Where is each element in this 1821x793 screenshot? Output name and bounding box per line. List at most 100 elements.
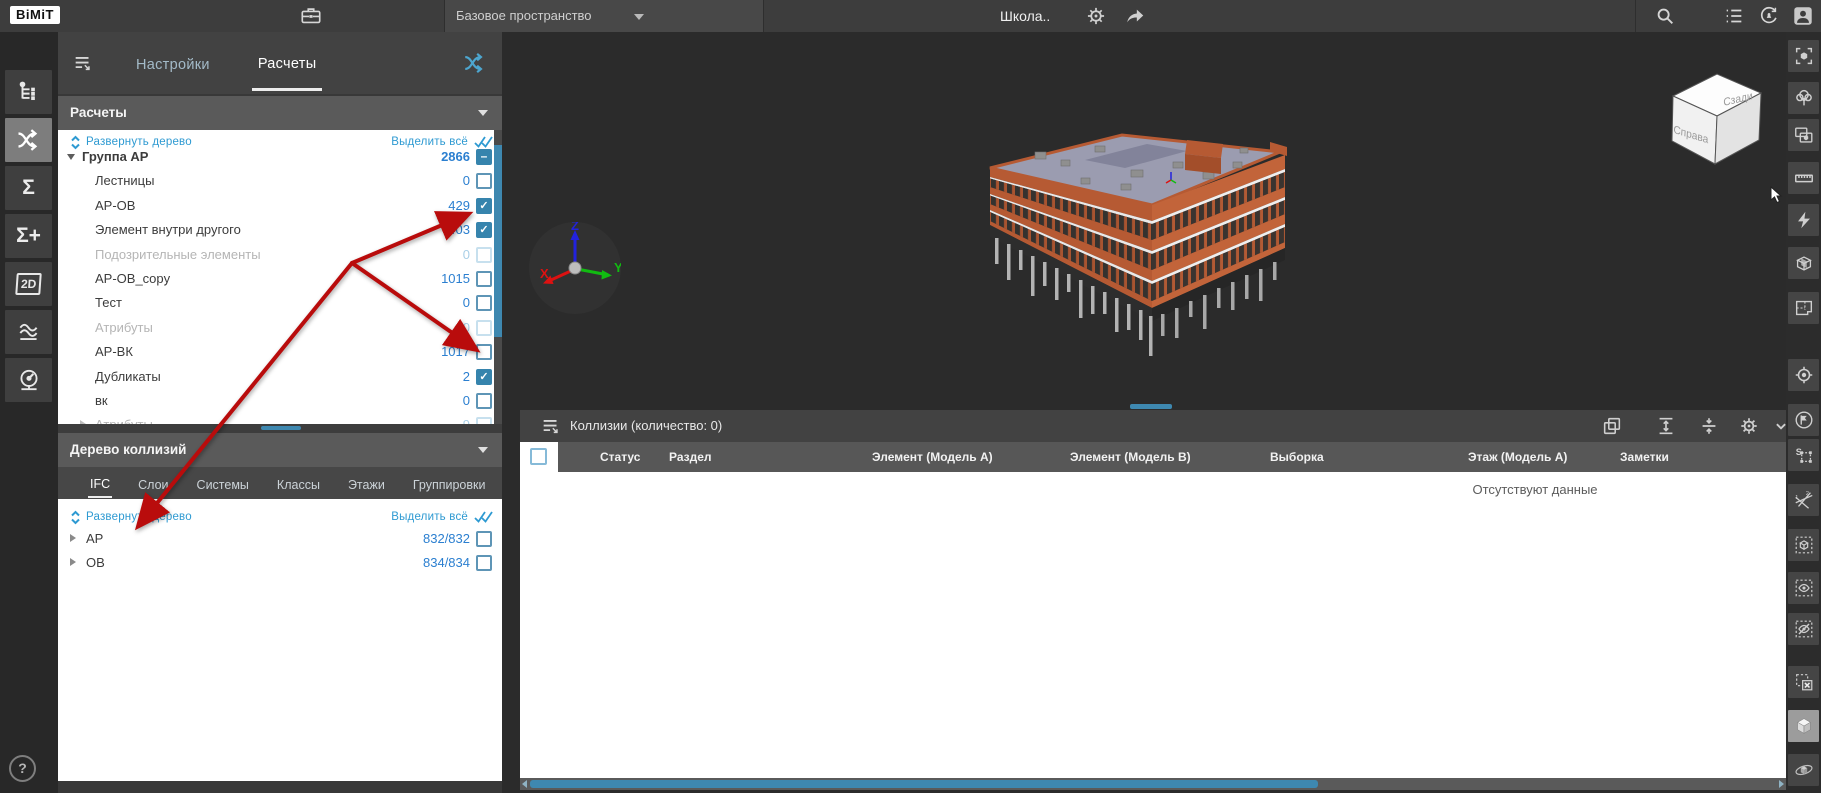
tree-row[interactable]: АР-ОВ429 [58,195,502,217]
floor-plan-icon[interactable] [1788,292,1819,324]
viewport-3d[interactable]: Z X Y [502,32,1786,793]
scrollbar-thumb[interactable] [530,780,1318,788]
expander-icon[interactable] [70,558,76,566]
panel-drag-handle[interactable] [1130,404,1172,409]
select-all-icon[interactable] [474,510,494,524]
panel-menu-icon[interactable] [540,415,562,437]
orbit-cube-icon[interactable] [1788,754,1819,786]
isolate-elements-icon[interactable] [1788,119,1819,151]
tree-row[interactable]: ОВ834/834 [58,552,502,574]
row-checkbox[interactable] [476,295,492,311]
tree-row[interactable]: АР-ОВ_copy1015 [58,268,502,290]
row-checkbox[interactable] [476,222,492,238]
view-2d-icon[interactable]: 2D [5,262,52,306]
clear-selection-icon[interactable] [1788,666,1819,698]
select-all-link[interactable]: Выделить всё [391,511,468,523]
collision-tree-header[interactable]: Дерево коллизий [58,433,502,467]
tree-row[interactable]: Лестницы0 [58,170,502,192]
measure-ruler-icon[interactable] [1788,162,1819,194]
user-avatar-icon[interactable] [1792,5,1814,27]
tree-row[interactable]: Дубликаты2 [58,366,502,388]
isolate-cube-icon[interactable] [1788,529,1819,561]
tree-row[interactable]: вк0 [58,390,502,412]
locate-target-icon[interactable] [1788,359,1819,391]
tree-row[interactable]: АР832/832 [58,528,502,550]
expand-tree-link[interactable]: Развернуть дерево [86,511,192,523]
row-checkbox[interactable] [476,271,492,287]
sum-icon[interactable]: Σ [5,166,52,210]
focus-selection-icon[interactable] [1788,40,1819,72]
tree-row[interactable]: Подозрительные элементы0 [58,244,502,266]
tab-calculations[interactable]: Расчеты [252,36,323,91]
workspace-selector[interactable]: Базовое пространство [456,0,592,32]
tab-classes[interactable]: Классы [275,470,322,497]
table-horizontal-scrollbar[interactable] [520,778,1786,790]
expander-icon[interactable] [70,534,76,542]
table-settings-gear-icon[interactable] [1738,415,1760,437]
tab-groups[interactable]: Группировки [411,470,488,497]
panel-menu-icon[interactable] [72,52,94,74]
row-checkbox[interactable] [476,149,492,165]
tree-horizontal-scrollbar[interactable] [58,424,502,433]
workspace-caret-icon[interactable] [634,14,644,20]
model-tree-icon[interactable] [5,70,52,114]
collapse-caret-icon[interactable] [478,110,488,116]
environment-tree-icon[interactable] [1788,82,1819,114]
tab-ifc[interactable]: IFC [88,469,112,498]
tab-systems[interactable]: Системы [195,470,251,497]
dashboard-gauge-icon[interactable] [5,358,52,402]
collapse-caret-icon[interactable] [478,447,488,453]
show-eye-icon[interactable] [1788,572,1819,604]
collision-check-icon[interactable] [5,118,52,162]
sum-plus-icon[interactable]: Σ+ [5,214,52,258]
section-box-icon[interactable] [1788,247,1819,279]
help-button[interactable]: ? [9,755,36,782]
row-checkbox[interactable] [476,417,492,424]
copy-overlap-icon[interactable] [1601,415,1623,437]
hide-eye-icon[interactable] [1788,613,1819,645]
scroll-left-icon[interactable] [522,780,527,788]
solid-view-cube-icon[interactable] [1788,710,1819,742]
search-icon[interactable] [1654,5,1676,27]
tab-settings[interactable]: Настройки [130,37,216,89]
tree-row[interactable]: Группа АР2866 [58,146,502,168]
settings-gear-icon[interactable] [1085,5,1107,27]
flag-icon[interactable] [1788,404,1819,436]
select-all-checkbox[interactable] [520,442,558,472]
collapse-rows-icon[interactable] [1698,415,1720,437]
tab-floors[interactable]: Этажи [346,470,387,497]
scrollbar-thumb[interactable] [494,145,502,337]
row-checkbox[interactable] [476,369,492,385]
tree-row[interactable]: Тест0 [58,292,502,314]
briefcase-icon[interactable] [300,5,322,27]
row-checkbox[interactable] [476,247,492,263]
tree-row[interactable]: Элемент внутри другого403 [58,219,502,241]
tree-vertical-scrollbar[interactable] [494,130,502,424]
list-menu-icon[interactable] [1723,5,1745,27]
collision-check-blue-icon[interactable] [462,50,488,76]
row-checkbox[interactable] [476,344,492,360]
row-checkbox[interactable] [476,320,492,336]
expand-tree-icon[interactable] [70,510,81,525]
expand-rows-icon[interactable] [1655,415,1677,437]
charts-icon[interactable] [5,310,52,354]
row-checkbox[interactable] [476,531,492,547]
chevron-down-icon[interactable] [1770,415,1786,437]
tree-row[interactable]: Атрибуты0 [58,317,502,339]
selection-set-icon[interactable]: S [1788,439,1819,471]
row-checkbox[interactable] [476,173,492,189]
axes-grid-icon[interactable]: 12 [1788,484,1819,516]
row-checkbox[interactable] [476,555,492,571]
calc-section-header[interactable]: Расчеты [58,96,502,130]
share-icon[interactable] [1124,5,1146,27]
scroll-right-icon[interactable] [1779,780,1784,788]
axis-gizmo[interactable]: Z X Y [529,222,621,314]
tab-layers[interactable]: Слои [136,470,170,497]
navigation-cube[interactable]: Справа Сзади [1655,62,1770,172]
tree-row[interactable]: Атрибуты9 [58,414,502,424]
row-checkbox[interactable] [476,393,492,409]
section-flash-icon[interactable] [1788,204,1819,236]
notifications-sync-icon[interactable] [1758,5,1780,27]
tree-row[interactable]: АР-ВК1017 [58,341,502,363]
scrollbar-thumb[interactable] [261,426,301,430]
